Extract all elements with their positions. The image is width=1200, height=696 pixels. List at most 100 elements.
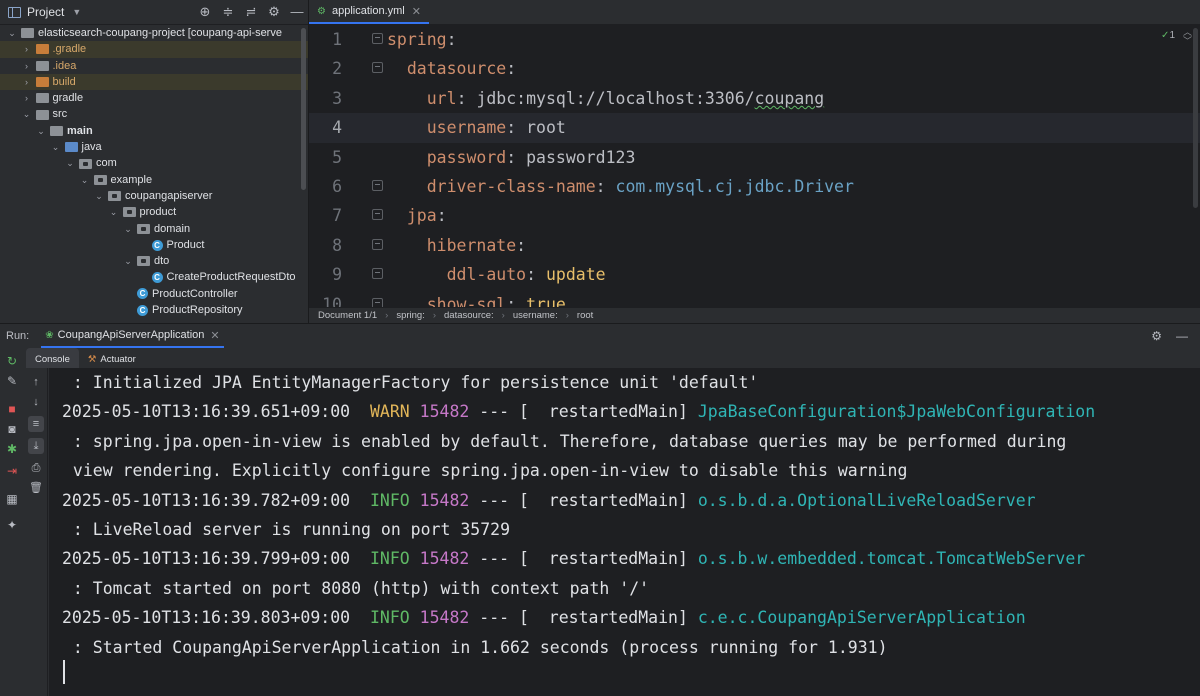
chevron-down-icon[interactable]: ⌄ [6, 25, 18, 41]
chevron-down-icon[interactable]: ⌄ [21, 106, 33, 122]
tree-item[interactable]: ⌄ com [0, 155, 308, 171]
code-line: 4 username: root [309, 113, 1200, 143]
crosshair-icon[interactable]: ⊕ [198, 4, 212, 20]
tree-item[interactable]: ⌄ main [0, 123, 308, 139]
minimize-icon[interactable]: — [1176, 329, 1188, 343]
chevron-right-icon[interactable]: › [21, 90, 33, 106]
chevron-down-icon[interactable]: ⌄ [79, 172, 91, 188]
yaml-key: datasource [406, 59, 507, 79]
gear-icon[interactable]: ⚙ [267, 4, 281, 20]
log-logger-link[interactable]: JpaBaseConfiguration$JpaWebConfiguration [698, 402, 1095, 421]
tree-item[interactable]: › gradle [0, 90, 308, 106]
breadcrumb-item[interactable]: Document 1/1 [318, 310, 377, 321]
chevron-down-icon[interactable]: ⌄ [50, 139, 62, 155]
project-title[interactable]: Project [27, 5, 64, 19]
chevron-right-icon: › [432, 310, 437, 321]
scroll-to-end-icon[interactable]: ⤓ [28, 438, 44, 454]
close-icon[interactable]: ✕ [412, 5, 421, 18]
stop-icon[interactable]: ■ [5, 402, 19, 416]
code-line: 8 hibernate: [309, 231, 1200, 260]
breadcrumb-item[interactable]: root [577, 310, 593, 321]
tree-item[interactable]: C ProductRepository [0, 302, 308, 318]
tab-application-yml[interactable]: ⚙ application.yml ✕ [309, 0, 429, 24]
tree-item[interactable]: ⌄ java [0, 139, 308, 155]
arrow-down-icon[interactable]: ↓ [28, 394, 44, 410]
tree-item[interactable]: ⌄ dto [0, 253, 308, 269]
chevron-right-icon[interactable]: › [21, 41, 33, 57]
chevron-down-icon[interactable]: ▼ [72, 7, 81, 17]
tree-item[interactable]: ⌄ coupangapiserver [0, 188, 308, 204]
chevron-right-icon[interactable]: › [21, 58, 33, 74]
tree-item-label: build [52, 75, 76, 88]
expand-icon[interactable]: ≓ [244, 4, 258, 20]
log-logger-link[interactable]: o.s.b.w.embedded.tomcat.TomcatWebServer [698, 549, 1085, 568]
gear-icon[interactable]: ⚙ [1151, 329, 1162, 343]
tree-item[interactable]: ⌄ product [0, 204, 308, 220]
tree-item[interactable]: C CreateProductRequestDto [0, 269, 308, 285]
trash-icon[interactable]: 🗑 [28, 480, 44, 496]
breadcrumb-item[interactable]: username: [513, 310, 558, 321]
log-timestamp: 2025-05-10T13:16:39.651+09:00 [62, 402, 351, 422]
yaml-colon: : [456, 88, 467, 108]
folder-icon [35, 44, 49, 55]
yaml-colon: : [506, 147, 517, 167]
wrench-icon[interactable]: ✎ [5, 374, 19, 388]
log-logger-link[interactable]: o.s.b.d.a.OptionalLiveReloadServer [698, 491, 1036, 510]
chevron-down-icon[interactable]: ⌄ [122, 221, 134, 237]
chevron-down-icon[interactable]: ⌄ [64, 155, 76, 171]
actuator-icon: ⚒ [87, 354, 97, 365]
yaml-key: jpa [406, 206, 437, 226]
fold-icon[interactable] [372, 33, 383, 44]
fold-icon[interactable] [372, 268, 383, 280]
log-logger-link[interactable]: c.e.c.CoupangApiServerApplication [698, 608, 1026, 627]
close-icon[interactable]: ✕ [210, 329, 219, 342]
fold-icon[interactable] [372, 297, 383, 307]
yaml-file-icon: ⚙ [317, 5, 326, 17]
arrow-up-icon[interactable]: ↑ [28, 374, 44, 390]
tab-actuator[interactable]: ⚒ Actuator [79, 348, 145, 368]
debug-icon[interactable]: ✱ [5, 442, 19, 456]
fold-icon[interactable] [372, 62, 383, 74]
fold-icon[interactable] [372, 179, 383, 191]
chevron-right-icon: › [501, 310, 505, 321]
tree-item[interactable]: ⌄ domain [0, 221, 308, 237]
console-log-line: 2025-05-10T13:16:39.782+09:00 INFO 15482… [49, 486, 1200, 515]
tree-item[interactable]: › .gradle [0, 41, 308, 58]
code-line: 6 driver-class-name: com.mysql.cj.jdbc.D… [309, 172, 1200, 201]
layout-icon[interactable]: ▦ [5, 492, 19, 506]
chevron-down-icon[interactable]: ⌄ [122, 253, 134, 269]
editor-scrollbar[interactable] [1193, 28, 1198, 208]
pin-icon[interactable]: ✦ [5, 518, 19, 532]
chevron-down-icon[interactable]: ⌄ [93, 188, 105, 204]
chevron-right-icon[interactable]: › [21, 74, 33, 90]
yaml-value: update [545, 265, 606, 285]
tree-item[interactable]: C ProductController [0, 286, 308, 302]
tree-item[interactable]: ⌄ src [0, 106, 308, 122]
tab-console[interactable]: Console [26, 348, 79, 368]
soft-wrap-icon[interactable]: ≡ [28, 416, 44, 432]
fold-icon[interactable] [372, 238, 383, 250]
tree-item[interactable]: ⌄ elasticsearch-coupang-project [coupang-… [0, 25, 308, 41]
code-area[interactable]: 1 spring: 2 datasource: 3 url: jdbc:mysql:/… [309, 25, 1200, 307]
tree-item[interactable]: › .idea [0, 58, 308, 74]
rerun-icon[interactable]: ↻ [5, 354, 19, 368]
chevron-down-icon[interactable]: ⌄ [35, 123, 47, 139]
fold-icon[interactable] [372, 209, 383, 221]
minimize-icon[interactable]: — [290, 4, 304, 20]
console-output[interactable]: : Initialized JPA EntityManagerFactory f… [49, 368, 1200, 696]
code-line: 7 jpa: [309, 201, 1200, 230]
breadcrumb-item[interactable]: spring: [396, 310, 425, 321]
tree-item[interactable]: › build [0, 73, 308, 91]
chevron-down-icon[interactable]: ⌄ [108, 204, 120, 220]
collapse-icon[interactable]: ≑ [221, 4, 235, 20]
breadcrumb-item[interactable]: datasource: [444, 310, 494, 321]
exit-icon[interactable]: ⇥ [5, 464, 19, 478]
run-config-tab[interactable]: ❀ CoupangApiServerApplication ✕ [41, 324, 224, 348]
camera-icon[interactable]: ◙ [5, 422, 19, 436]
tree-item[interactable]: C Product [0, 237, 308, 253]
tree-item[interactable]: ⌄ example [0, 172, 308, 188]
print-icon[interactable]: ⎙ [28, 460, 44, 476]
log-timestamp: 2025-05-10T13:16:39.782+09:00 [62, 490, 351, 510]
tree-scrollbar[interactable] [301, 28, 306, 190]
tree-item-label: ProductRepository [152, 304, 243, 317]
